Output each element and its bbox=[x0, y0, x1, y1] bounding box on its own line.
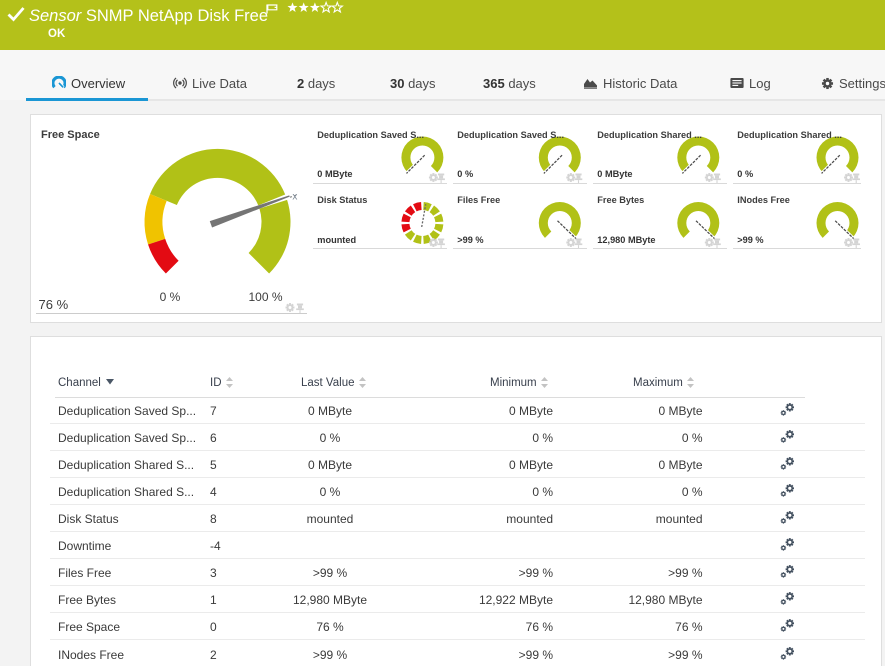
svg-text:x: x bbox=[292, 191, 297, 202]
